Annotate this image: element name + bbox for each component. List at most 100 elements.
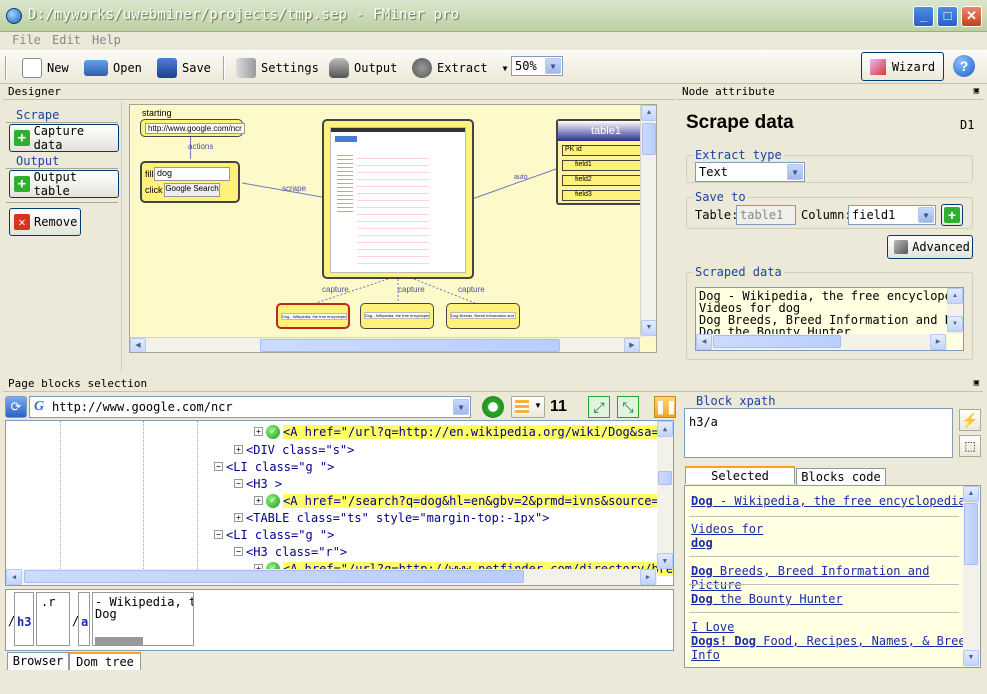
database-icon [329, 58, 349, 78]
capture-block-node[interactable]: Dog Breeds, Breed Information and Pictur… [446, 303, 520, 329]
tree-node[interactable]: − <LI class="g "> [214, 526, 334, 543]
capture-block-node[interactable]: Dog - Wikipedia, the free encyclopedia [360, 303, 434, 329]
path-h3[interactable]: h3 [14, 592, 34, 646]
output-button[interactable]: Output [329, 56, 397, 80]
path-a[interactable]: a [78, 592, 90, 646]
cursor-select-icon[interactable]: ⬚ [959, 435, 981, 457]
capture-label: capture [322, 285, 349, 294]
toolbar: New Open Save Settings Output Extract ▼ [0, 50, 987, 84]
node-title: Scrape data [686, 112, 794, 133]
tab-selected-blocks[interactable]: Selected blocks [685, 466, 795, 499]
expand-icon[interactable]: + [234, 513, 243, 522]
tools-icon [894, 240, 909, 254]
menu-edit[interactable]: Edit [52, 33, 81, 47]
minimize-button[interactable]: _ [913, 6, 934, 27]
save-button[interactable]: Save [157, 56, 211, 80]
title-bar: D:/myworks/uwebminer/projects/tmp.sep - … [0, 0, 987, 32]
collapse-icon[interactable]: − [234, 479, 243, 488]
google-logo-thumb [335, 136, 357, 142]
tree-node[interactable]: − <H3 class="r"> [234, 543, 347, 560]
extract-type-select[interactable]: Text ▼ [695, 162, 805, 182]
menu-help[interactable]: Help [92, 33, 121, 47]
pin-icon[interactable]: ▣ [974, 86, 979, 96]
collapse-icon[interactable]: − [234, 547, 243, 556]
remove-button[interactable]: ✕ Remove [9, 208, 81, 236]
selected-block[interactable]: Dog - Wikipedia, the free encyclopedia [691, 494, 966, 508]
extract-button[interactable]: Extract ▼ [412, 56, 507, 80]
collapse-icon[interactable]: − [214, 530, 223, 539]
wizard-button[interactable]: Wizard [861, 52, 944, 81]
expand-icon[interactable]: ⤢ [588, 396, 610, 418]
canvas-hscroll[interactable]: ◀ ▶ [130, 337, 640, 352]
capture-block-node[interactable]: Dog - Wikipedia, the free encyclopedia [276, 303, 350, 329]
capture-data-button[interactable]: + Capture data [9, 124, 119, 152]
tree-node[interactable]: + <TABLE class="ts" style="margin-top:-1… [234, 509, 549, 526]
tree-node[interactable]: + <DIV class="s"> [234, 441, 354, 458]
zoom-select[interactable]: 50% ▼ [511, 56, 563, 76]
open-button[interactable]: Open [84, 56, 142, 80]
dom-tree[interactable]: + ✓ <A href="/url?q=http://en.wikipedia.… [5, 420, 674, 586]
selected-block[interactable]: Dog Breeds, Breed Information and Pictur… [691, 564, 980, 592]
table-field: field3 [562, 190, 652, 201]
block-xpath-label: Block xpath [696, 394, 776, 408]
expand-icon[interactable]: + [254, 496, 263, 505]
expand-icon[interactable]: + [254, 427, 263, 436]
scraped-data-list[interactable]: Dog - Wikipedia, the free encyclopedia V… [695, 287, 964, 351]
new-button[interactable]: New [22, 56, 69, 80]
node-attribute-header: Node attribute ▣ [677, 84, 983, 100]
chevron-down-icon: ▼ [545, 58, 561, 74]
advanced-button[interactable]: Advanced [887, 235, 973, 259]
block-xpath-input[interactable]: h3/a [684, 408, 953, 458]
canvas-vscroll[interactable]: ▲ ▼ [640, 105, 656, 337]
selected-block[interactable]: Videos for dog [691, 522, 763, 550]
tree-node[interactable]: + ✓ <A href="/search?q=dog&hl=en&gbv=2&p… [254, 492, 673, 509]
page-blocks-header: Page blocks selection ▣ [3, 376, 983, 392]
add-column-button[interactable]: + [941, 204, 963, 226]
chevron-down-icon: ▼ [534, 401, 542, 410]
tree-hscroll[interactable]: ◀ ▶ [6, 569, 657, 585]
collapse-icon[interactable]: ⤡ [617, 396, 639, 418]
selected-block[interactable]: I Love Dogs! Dog Food, Recipes, Names, &… [691, 620, 973, 662]
selected-vscroll[interactable]: ▲ ▼ [963, 486, 980, 667]
collapse-icon[interactable]: − [214, 462, 223, 471]
path-text-preview: - Wikipedia, the free encyclopedia Dog [92, 592, 194, 646]
lightning-icon[interactable]: ⚡ [959, 409, 981, 431]
scrape-node[interactable] [322, 119, 474, 279]
extract-dropdown-arrow-icon[interactable]: ▼ [503, 64, 508, 73]
tab-dom-tree[interactable]: Dom tree [69, 652, 141, 670]
list-icon [515, 400, 529, 414]
designer-toolbox: Scrape + Capture data Output + Output ta… [4, 102, 122, 372]
pause-icon[interactable]: ❚❚ [654, 396, 677, 418]
tab-browser[interactable]: Browser [7, 652, 69, 670]
settings-button[interactable]: Settings [236, 56, 319, 80]
table-field[interactable]: table1 [736, 205, 796, 225]
menu-file[interactable]: File [12, 33, 41, 47]
folder-icon [84, 60, 108, 76]
checkmark-icon: ✓ [266, 424, 280, 439]
tree-vscroll[interactable]: ▲ ▼ [657, 421, 673, 569]
new-document-icon [22, 58, 42, 78]
output-table-button[interactable]: + Output table [9, 170, 119, 198]
maximize-button[interactable]: □ [937, 6, 958, 27]
target-icon[interactable] [482, 396, 504, 418]
help-button[interactable]: ? [953, 55, 975, 77]
tab-blocks-code[interactable]: Blocks code [796, 468, 886, 486]
tree-node[interactable]: − <H3 > [234, 475, 282, 492]
chevron-down-icon: ▼ [787, 164, 803, 180]
refresh-button[interactable]: ⟳ [5, 396, 27, 418]
plus-icon: + [944, 207, 960, 223]
scraped-hscroll[interactable]: ◀ ▶ [696, 334, 947, 350]
column-select[interactable]: field1 ▼ [848, 205, 936, 225]
selected-block[interactable]: Dog the Bounty Hunter [691, 592, 843, 606]
scraped-vscroll[interactable]: ▲ ▼ [947, 288, 963, 334]
tree-node[interactable]: + ✓ <A href="/url?q=http://en.wikipedia.… [254, 423, 673, 440]
view-mode-dropdown[interactable]: ▼ [511, 396, 545, 418]
selected-blocks-list[interactable]: Dog - Wikipedia, the free encyclopedia V… [684, 485, 981, 668]
designer-canvas[interactable]: starting http://www.google.com/ncr actio… [129, 104, 657, 353]
expand-icon[interactable]: + [234, 445, 243, 454]
checkmark-icon: ✓ [266, 493, 280, 508]
close-button[interactable]: ✕ [961, 6, 982, 27]
pin-icon[interactable]: ▣ [974, 378, 979, 388]
url-input[interactable]: G http://www.google.com/ncr ▼ [29, 396, 471, 418]
tree-node[interactable]: − <LI class="g "> [214, 458, 334, 475]
